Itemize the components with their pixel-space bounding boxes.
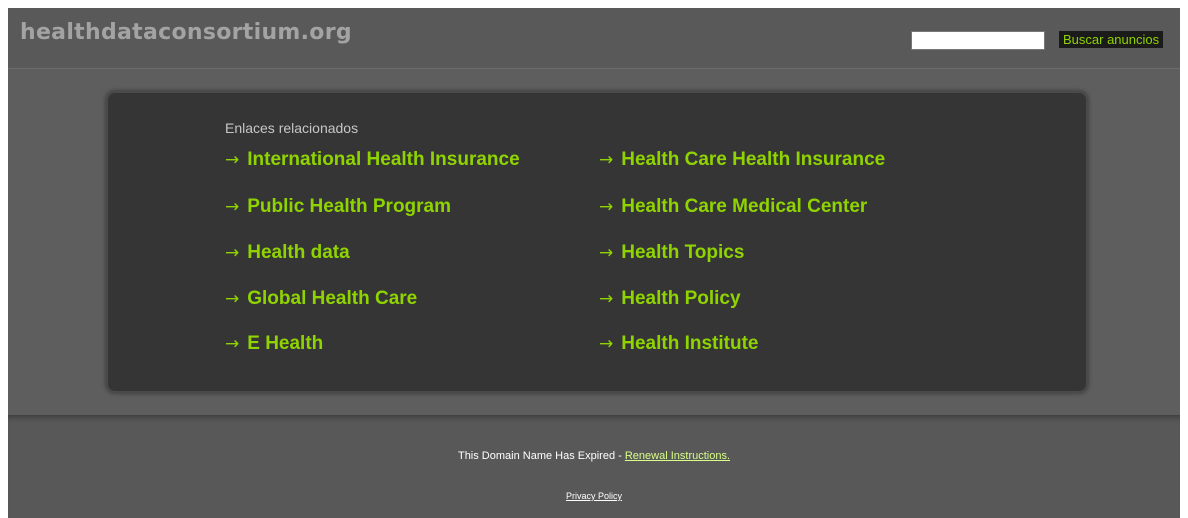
- privacy-line: Privacy Policy: [8, 491, 1180, 501]
- content-area: Enlaces relacionados → International Heal…: [8, 69, 1180, 415]
- related-link-label: Health Institute: [621, 333, 759, 354]
- arrow-right-icon: →: [225, 150, 240, 170]
- header-bar: healthdataconsortium.org Buscar anuncios: [8, 8, 1180, 69]
- arrow-right-icon: →: [599, 334, 614, 354]
- page: healthdataconsortium.org Buscar anuncios…: [8, 8, 1180, 518]
- related-link-label: Health Policy: [621, 288, 741, 309]
- related-link-label: E Health: [247, 333, 324, 354]
- expired-text: This Domain Name Has Expired -: [457, 450, 625, 462]
- related-link[interactable]: → Public Health Program: [225, 196, 451, 218]
- related-link-label: Health data: [247, 242, 350, 263]
- search-input[interactable]: [911, 31, 1045, 50]
- related-link[interactable]: → Health data: [225, 242, 350, 264]
- site-title: healthdataconsortium.org: [20, 20, 352, 45]
- footer: This Domain Name Has Expired - Renewal I…: [8, 415, 1180, 518]
- related-link-label: International Health Insurance: [247, 149, 520, 170]
- related-link[interactable]: → Health Topics: [599, 242, 744, 264]
- search-button[interactable]: Buscar anuncios: [1059, 31, 1164, 48]
- related-link[interactable]: → International Health Insurance: [225, 149, 520, 171]
- related-link[interactable]: → Health Institute: [599, 333, 758, 355]
- related-link-label: Health Care Health Insurance: [621, 149, 886, 170]
- related-links-panel: Enlaces relacionados → International Heal…: [106, 91, 1088, 393]
- related-link[interactable]: → E Health: [225, 333, 323, 355]
- related-link[interactable]: → Health Policy: [599, 288, 741, 310]
- related-link-label: Health Topics: [621, 242, 745, 263]
- arrow-right-icon: →: [599, 150, 614, 170]
- related-link-label: Public Health Program: [247, 196, 452, 217]
- related-link[interactable]: → Health Care Medical Center: [599, 196, 867, 218]
- privacy-policy-link[interactable]: Privacy Policy: [566, 491, 622, 501]
- arrow-right-icon: →: [599, 197, 614, 217]
- expired-notice: This Domain Name Has Expired - Renewal I…: [8, 450, 1180, 462]
- related-link-label: Health Care Medical Center: [621, 196, 868, 217]
- related-link[interactable]: → Global Health Care: [225, 288, 417, 310]
- arrow-right-icon: →: [225, 334, 240, 354]
- related-link[interactable]: → Health Care Health Insurance: [599, 149, 885, 171]
- arrow-right-icon: →: [225, 243, 240, 263]
- renewal-instructions-link[interactable]: Renewal Instructions.: [625, 450, 730, 462]
- arrow-right-icon: →: [225, 197, 240, 217]
- related-links-heading: Enlaces relacionados: [225, 120, 359, 136]
- arrow-right-icon: →: [225, 289, 240, 309]
- related-link-label: Global Health Care: [247, 288, 418, 309]
- arrow-right-icon: →: [599, 243, 614, 263]
- arrow-right-icon: →: [599, 289, 614, 309]
